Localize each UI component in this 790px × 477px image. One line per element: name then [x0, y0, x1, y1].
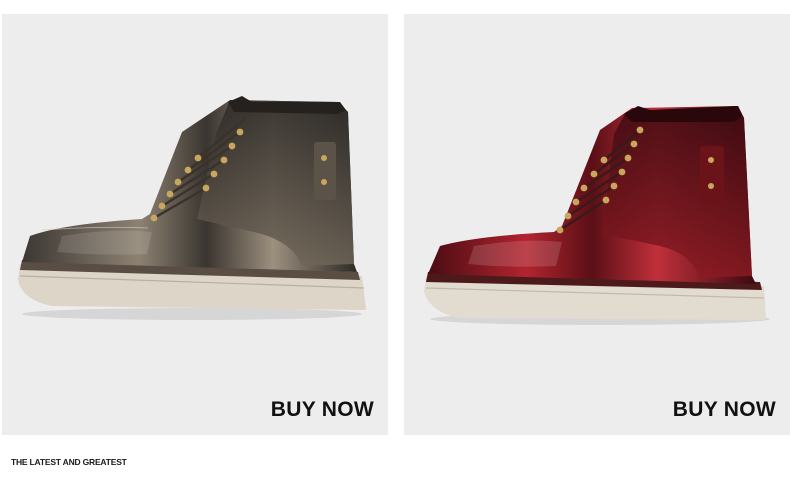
footer-tagline: THE LATEST AND GREATEST	[11, 457, 127, 467]
buy-now-button[interactable]: BUY NOW	[271, 398, 374, 422]
product-card-2[interactable]: BUY NOW	[404, 14, 790, 435]
buy-now-button[interactable]: BUY NOW	[673, 398, 776, 422]
product-card-1[interactable]: BUY NOW	[2, 14, 388, 435]
burgundy-leather-boot-image[interactable]	[404, 14, 790, 435]
dark-leather-boot-image[interactable]	[2, 14, 388, 435]
